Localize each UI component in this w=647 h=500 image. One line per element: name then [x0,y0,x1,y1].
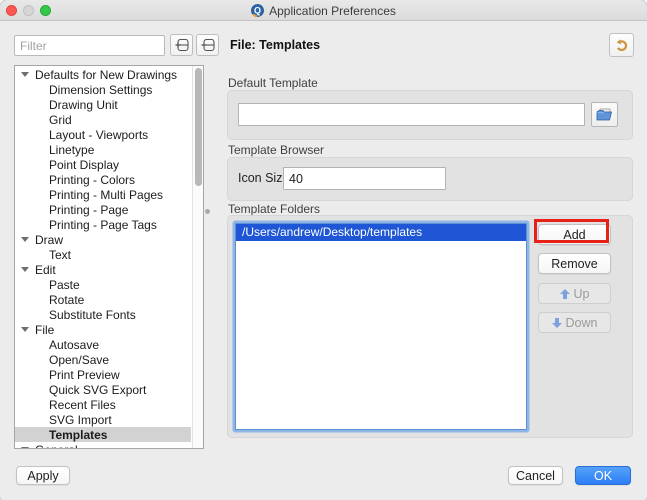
tree-item-label: Templates [49,428,107,442]
tree-item-label: General [35,443,78,450]
preferences-tree[interactable]: Defaults for New DrawingsDimension Setti… [14,65,204,449]
tree-item-label: Printing - Multi Pages [49,188,163,202]
template-folder-row[interactable]: /Users/andrew/Desktop/templates [236,224,526,241]
app-logo-icon: Q [251,4,264,17]
tree-item-label: Autosave [49,338,99,352]
default-template-path-input[interactable] [238,103,585,126]
tree-item-rotate[interactable]: Rotate [15,292,191,307]
tree-item-edit[interactable]: Edit [15,262,191,277]
down-arrow-icon [552,318,562,328]
filter-input[interactable] [14,35,165,56]
collapse-all-button[interactable] [196,34,219,56]
tree-item-linetype[interactable]: Linetype [15,142,191,157]
tree-item-label: Open/Save [49,353,109,367]
tree-item-label: Printing - Colors [49,173,135,187]
tree-item-label: Drawing Unit [49,98,118,112]
move-up-label: Up [574,287,590,301]
tree-item-printing-colors[interactable]: Printing - Colors [15,172,191,187]
tree-item-svg-import[interactable]: SVG Import [15,412,191,427]
tree-item-label: Linetype [49,143,94,157]
svg-text:Q: Q [254,6,261,16]
tree-item-label: Printing - Page Tags [49,218,157,232]
titlebar[interactable]: Q Application Preferences [0,0,647,21]
tree-item-printing-multi-pages[interactable]: Printing - Multi Pages [15,187,191,202]
reset-undo-icon [615,39,628,52]
tree-item-dimension-settings[interactable]: Dimension Settings [15,82,191,97]
disclosure-triangle-icon[interactable] [21,327,29,332]
template-browser-section-label: Template Browser [228,143,324,157]
tree-item-printing-page[interactable]: Printing - Page [15,202,191,217]
tree-item-layout-viewports[interactable]: Layout - Viewports [15,127,191,142]
tree-item-label: Quick SVG Export [49,383,146,397]
disclosure-triangle-icon[interactable] [21,267,29,272]
tree-item-label: Defaults for New Drawings [35,68,177,82]
tree-item-autosave[interactable]: Autosave [15,337,191,352]
tree-item-print-preview[interactable]: Print Preview [15,367,191,382]
tree-item-label: Layout - Viewports [49,128,148,142]
tree-item-label: Text [49,248,71,262]
tree-item-label: Print Preview [49,368,120,382]
tree-item-templates[interactable]: Templates [15,427,191,442]
tree-item-printing-page-tags[interactable]: Printing - Page Tags [15,217,191,232]
tree-item-label: File [35,323,54,337]
tree-item-label: Dimension Settings [49,83,152,97]
tree-item-label: Printing - Page [49,203,128,217]
application-preferences-window: Q Application Preferences File: Templa [0,0,647,500]
tree-item-label: Edit [35,263,56,277]
tree-item-label: Paste [49,278,80,292]
template-folders-section-label: Template Folders [228,202,320,216]
tree-item-defaults-for-new-drawings[interactable]: Defaults for New Drawings [15,67,191,82]
move-down-button[interactable]: Down [538,312,611,333]
tree-scrollbar[interactable] [192,66,203,448]
add-folder-button[interactable]: Add [538,224,611,245]
disclosure-triangle-icon[interactable] [21,237,29,242]
tree-item-label: Grid [49,113,72,127]
tree-item-draw[interactable]: Draw [15,232,191,247]
apply-button[interactable]: Apply [16,466,70,485]
tree-item-label: Substitute Fonts [49,308,136,322]
tree-item-general[interactable]: General [15,442,191,449]
expand-all-icon [175,39,189,51]
tree-item-label: Recent Files [49,398,116,412]
tree-item-label: SVG Import [49,413,112,427]
tree-item-open-save[interactable]: Open/Save [15,352,191,367]
tree-item-quick-svg-export[interactable]: Quick SVG Export [15,382,191,397]
cancel-button[interactable]: Cancel [508,466,563,485]
tree-item-label: Rotate [49,293,84,307]
disclosure-triangle-icon[interactable] [21,72,29,77]
page-title: File: Templates [230,38,320,52]
move-up-button[interactable]: Up [538,283,611,304]
tree-item-substitute-fonts[interactable]: Substitute Fonts [15,307,191,322]
template-folders-list[interactable]: /Users/andrew/Desktop/templates [235,223,527,430]
open-folder-icon [596,108,613,121]
tree-item-recent-files[interactable]: Recent Files [15,397,191,412]
disclosure-triangle-icon[interactable] [21,447,29,449]
tree-item-file[interactable]: File [15,322,191,337]
collapse-all-icon [201,39,215,51]
tree-item-label: Point Display [49,158,119,172]
browse-template-button[interactable] [591,102,618,127]
up-arrow-icon [560,289,570,299]
default-template-section-label: Default Template [228,76,318,90]
tree-item-paste[interactable]: Paste [15,277,191,292]
tree-item-drawing-unit[interactable]: Drawing Unit [15,97,191,112]
move-down-label: Down [566,316,598,330]
icon-size-input[interactable] [283,167,446,190]
reset-to-defaults-button[interactable] [609,33,634,57]
tree-item-text[interactable]: Text [15,247,191,262]
tree-item-grid[interactable]: Grid [15,112,191,127]
ok-button[interactable]: OK [575,466,631,485]
tree-scrollbar-thumb[interactable] [195,68,202,186]
remove-folder-button[interactable]: Remove [538,253,611,274]
window-title: Application Preferences [269,4,396,18]
splitter-handle[interactable] [205,209,210,214]
tree-item-label: Draw [35,233,63,247]
tree-item-point-display[interactable]: Point Display [15,157,191,172]
expand-all-button[interactable] [170,34,193,56]
